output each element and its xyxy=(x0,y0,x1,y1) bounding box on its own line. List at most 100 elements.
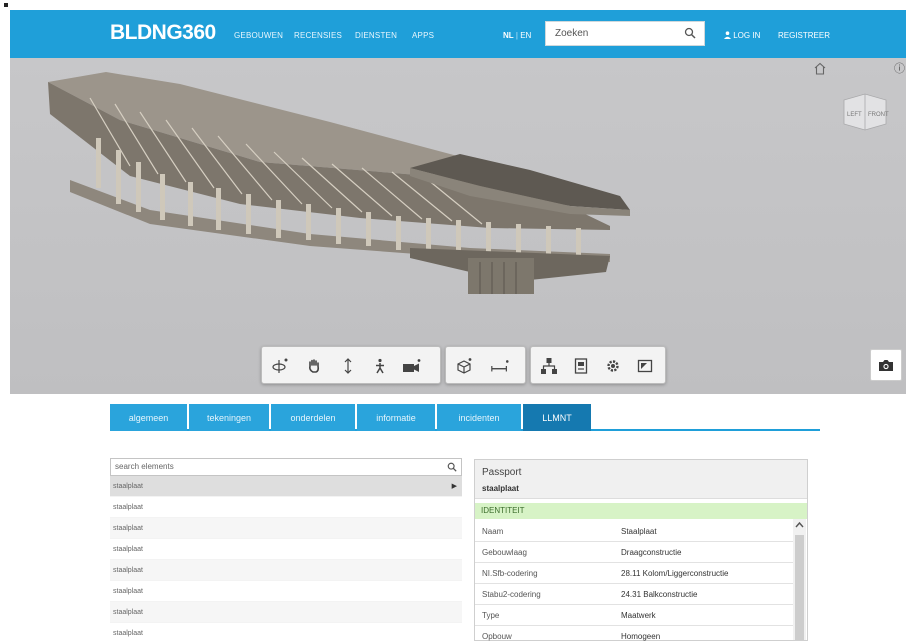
walk-icon xyxy=(376,358,384,374)
property-value: Homogeen xyxy=(621,632,661,641)
property-row: NI.Sfb-codering 28.11 Kolom/Liggerconstr… xyxy=(475,563,793,584)
property-value: 28.11 Kolom/Liggerconstructie xyxy=(621,569,729,578)
nav-apps[interactable]: APPS xyxy=(412,31,434,40)
passport-title: Passport xyxy=(482,467,522,478)
nav-gebouwen[interactable]: GEBOUWEN xyxy=(234,31,283,40)
tab-algemeen[interactable]: algemeen xyxy=(110,404,187,431)
property-value: Maatwerk xyxy=(621,611,656,620)
property-key: Opbouw xyxy=(482,632,512,641)
site-logo[interactable]: BLDNG360 xyxy=(110,21,216,45)
user-icon xyxy=(724,31,731,39)
panels-toolbar xyxy=(530,346,666,384)
explode-tool[interactable] xyxy=(454,356,474,376)
property-row: Gebouwlaag Draagconstructie xyxy=(475,542,793,563)
list-item-label: staalplaat xyxy=(113,567,143,574)
property-value: Draagconstructie xyxy=(621,548,682,557)
chevron-up-icon[interactable] xyxy=(795,521,804,529)
pan-icon xyxy=(309,359,320,373)
passport-panel: Passport staalplaat IDENTITEIT Naam Staa… xyxy=(474,459,808,641)
viewcube[interactable]: LEFT FRONT xyxy=(836,86,894,138)
screenshot-button[interactable] xyxy=(870,349,902,381)
orbit-tool[interactable] xyxy=(270,356,290,376)
list-item-label: staalplaat xyxy=(113,609,143,616)
properties-icon xyxy=(574,358,588,374)
lang-en[interactable]: EN xyxy=(520,31,531,40)
tab-tekeningen[interactable]: tekeningen xyxy=(189,404,269,431)
list-item-label: staalplaat xyxy=(113,504,143,511)
nav-recensies[interactable]: RECENSIES xyxy=(294,31,342,40)
camera-icon xyxy=(879,359,893,371)
list-item-label: staalplaat xyxy=(113,630,143,637)
model-tree-icon xyxy=(541,358,557,374)
corner-marker xyxy=(4,3,8,7)
list-item-label: staalplaat xyxy=(113,546,143,553)
passport-subtitle: staalplaat xyxy=(482,484,519,493)
chevron-right-icon: ▶ xyxy=(451,483,457,490)
passport-scrollbar[interactable] xyxy=(793,519,806,640)
property-key: Type xyxy=(482,611,500,620)
list-item[interactable]: staalplaat xyxy=(110,539,462,560)
fullscreen-tool[interactable] xyxy=(635,356,655,376)
property-value: 24.31 Balkconstructie xyxy=(621,590,698,599)
nav-diensten[interactable]: DIENSTEN xyxy=(355,31,397,40)
zoom-tool[interactable] xyxy=(338,356,358,376)
element-search-input[interactable]: search elements xyxy=(115,462,174,471)
tab-llmnt[interactable]: LLMNT xyxy=(523,404,591,431)
tab-informatie[interactable]: informatie xyxy=(357,404,435,431)
property-key: NI.Sfb-codering xyxy=(482,569,538,578)
explode-icon xyxy=(457,358,472,374)
search-icon[interactable] xyxy=(447,462,457,472)
list-item[interactable]: staalplaat xyxy=(110,497,462,518)
info-icon[interactable]: ⓘ xyxy=(894,60,905,76)
list-item[interactable]: staalplaat xyxy=(110,518,462,539)
property-key: Naam xyxy=(482,527,504,536)
register-link[interactable]: REGISTREER xyxy=(778,31,830,40)
list-item-label: staalplaat xyxy=(113,483,143,490)
3d-model-viewer[interactable]: ⓘ LEFT FRONT xyxy=(10,58,906,394)
property-value: Staalplaat xyxy=(621,527,657,536)
login-link[interactable]: LOG IN xyxy=(724,31,760,40)
camera-tool[interactable] xyxy=(402,356,422,376)
passport-header: Passport staalplaat xyxy=(475,460,807,499)
search-input[interactable]: Zoeken xyxy=(555,28,588,39)
lang-nl[interactable]: NL xyxy=(503,31,514,40)
model-tools-toolbar xyxy=(445,346,526,384)
properties-tool[interactable] xyxy=(571,356,591,376)
passport-group-identiteit[interactable]: IDENTITEIT xyxy=(475,503,807,519)
measure-icon xyxy=(491,360,509,372)
element-search-field[interactable]: search elements xyxy=(110,458,462,476)
property-row: Naam Staalplaat xyxy=(475,521,793,542)
tab-incidenten[interactable]: incidenten xyxy=(437,404,521,431)
pan-tool[interactable] xyxy=(304,356,324,376)
camera-icon xyxy=(403,359,421,372)
settings-icon xyxy=(607,360,619,372)
navigation-toolbar xyxy=(261,346,441,384)
zoom-icon xyxy=(344,358,352,374)
list-item[interactable]: staalplaat xyxy=(110,581,462,602)
property-row: Type Maatwerk xyxy=(475,605,793,626)
measure-tool[interactable] xyxy=(490,356,510,376)
scrollbar-thumb[interactable] xyxy=(795,535,804,640)
building-model[interactable] xyxy=(10,58,906,394)
property-row: Stabu2-codering 24.31 Balkconstructie xyxy=(475,584,793,605)
list-item[interactable]: staalplaat xyxy=(110,623,462,641)
property-key: Gebouwlaag xyxy=(482,548,527,557)
viewcube-left-face[interactable]: LEFT xyxy=(847,112,862,118)
walk-tool[interactable] xyxy=(370,356,390,376)
search-icon[interactable] xyxy=(684,27,696,39)
list-item[interactable]: staalplaat ▶ xyxy=(110,476,462,497)
orbit-icon xyxy=(272,358,288,373)
list-item[interactable]: staalplaat xyxy=(110,560,462,581)
settings-tool[interactable] xyxy=(603,356,623,376)
fullscreen-icon xyxy=(637,359,653,373)
list-item-label: staalplaat xyxy=(113,588,143,595)
search-box[interactable]: Zoeken xyxy=(545,21,705,46)
viewcube-front-face[interactable]: FRONT xyxy=(868,112,889,118)
language-switch: NL | EN xyxy=(503,31,532,40)
passport-properties: Naam Staalplaat Gebouwlaag Draagconstruc… xyxy=(475,521,793,641)
tab-onderdelen[interactable]: onderdelen xyxy=(271,404,355,431)
top-navigation-bar: BLDNG360 GEBOUWEN RECENSIES DIENSTEN APP… xyxy=(10,10,906,58)
model-tree-tool[interactable] xyxy=(539,356,559,376)
list-item[interactable]: staalplaat xyxy=(110,602,462,623)
home-icon[interactable] xyxy=(813,62,827,75)
